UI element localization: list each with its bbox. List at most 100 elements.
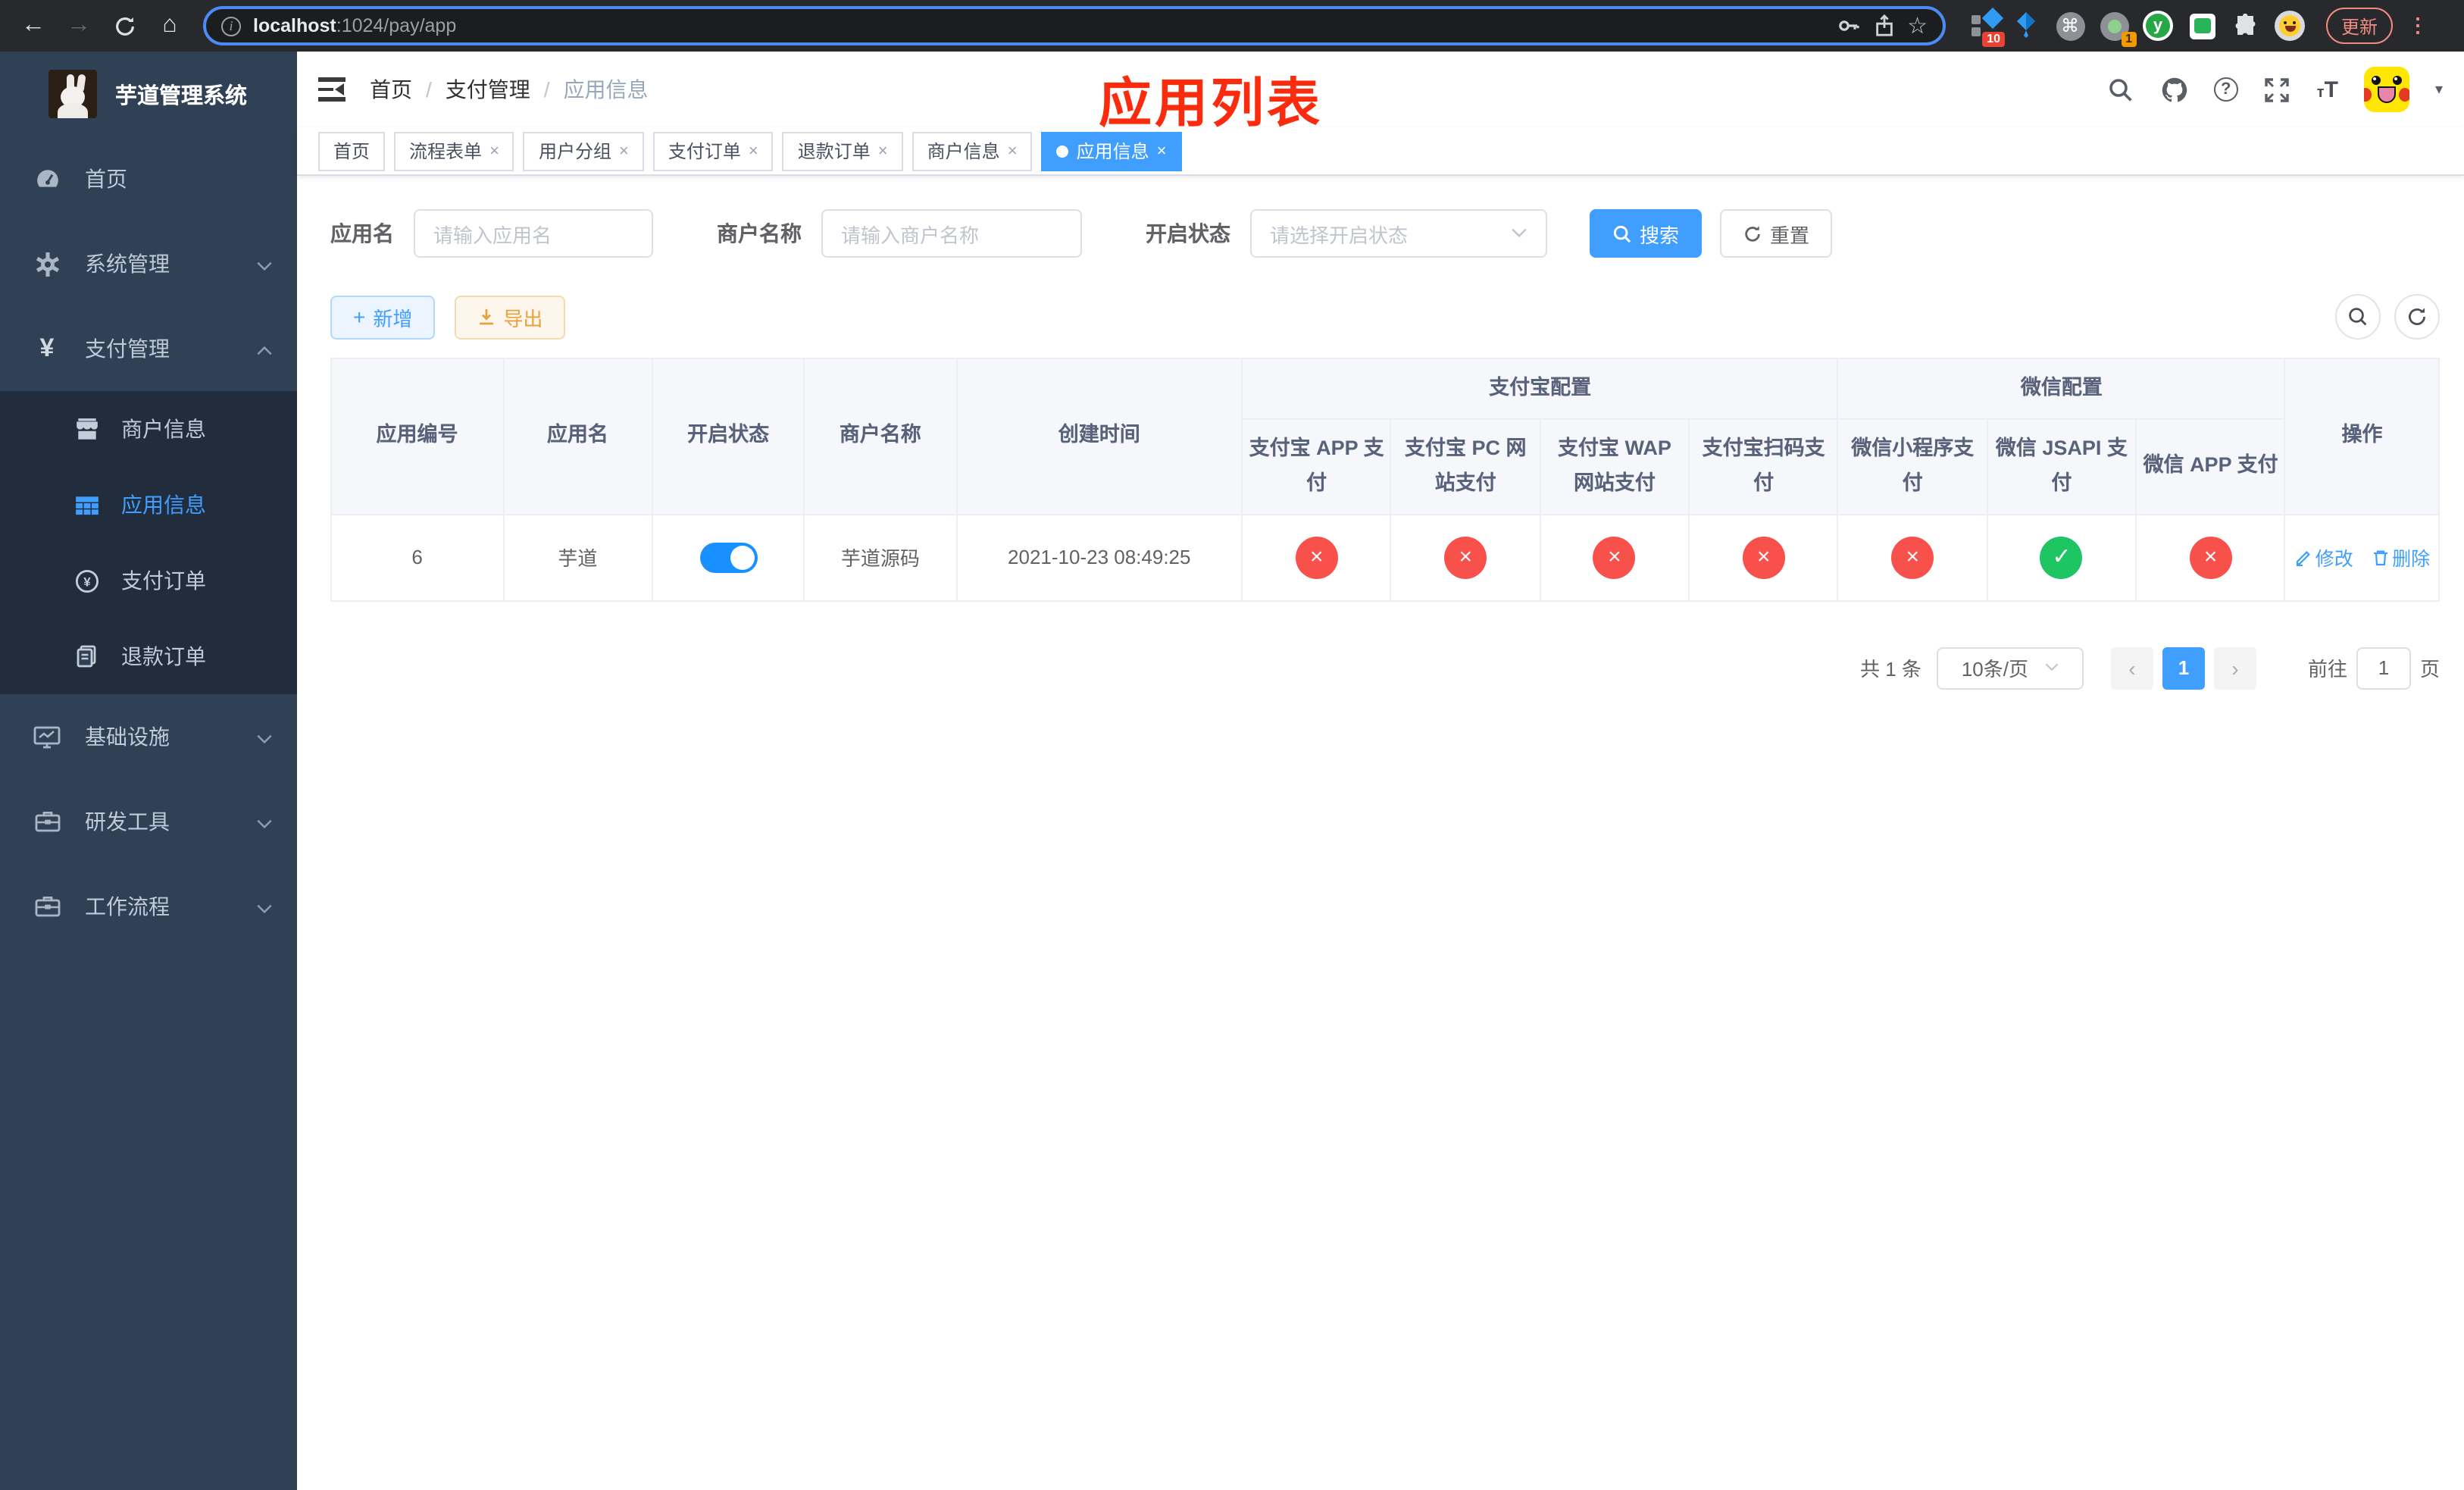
sidebar-item-app-info[interactable]: 应用信息 [0, 467, 297, 543]
status-label: 开启状态 [1146, 221, 1230, 246]
chevron-down-icon [256, 809, 273, 834]
table-row: 6 芋道 芋道源码 2021-10-23 08:49:25 × × × × × [330, 513, 2440, 602]
refresh-table-button[interactable] [2394, 294, 2440, 340]
browser-menu-icon[interactable]: ⋮ [2408, 14, 2428, 38]
back-icon[interactable]: ← [15, 8, 52, 44]
sidebar-item-payment[interactable]: ¥ 支付管理 [0, 306, 297, 391]
home-icon[interactable]: ⌂ [152, 8, 188, 44]
col-wechat-mini: 微信小程序支付 [1837, 418, 1988, 515]
sidebar-item-infra[interactable]: 基础设施 [0, 694, 297, 779]
sidebar-submenu-payment: 商户信息 应用信息 ¥ 支付订单 退款订单 [0, 391, 297, 694]
cell-app-id: 6 [330, 513, 505, 602]
bookmark-star-icon[interactable]: ☆ [1907, 12, 1928, 39]
chat-extension-icon[interactable] [2187, 11, 2217, 41]
edit-link[interactable]: 修改 [2294, 543, 2353, 572]
avatar-caret-icon[interactable]: ▾ [2435, 81, 2443, 98]
font-size-icon[interactable]: тT [2317, 77, 2338, 102]
breadcrumb-home[interactable]: 首页 [370, 74, 412, 105]
chevron-up-icon [256, 337, 273, 361]
status-cross-icon: × [2189, 536, 2232, 579]
status-select[interactable]: 请选择开启状态 [1250, 209, 1547, 258]
extensions-puzzle-icon[interactable] [2231, 11, 2261, 41]
sidebar-item-label: 商户信息 [121, 417, 206, 441]
tab-user-group[interactable]: 用户分组 × [523, 131, 644, 171]
forward-icon: → [67, 12, 91, 38]
close-icon[interactable]: × [878, 142, 888, 160]
fullscreen-icon[interactable] [2264, 76, 2291, 103]
profile-avatar-icon[interactable] [2275, 11, 2305, 41]
delete-link[interactable]: 删除 [2371, 543, 2430, 572]
status-cross-icon: × [1742, 536, 1785, 579]
group-wechat-config: 微信配置 [1837, 358, 2286, 420]
show-search-button[interactable] [2335, 294, 2381, 340]
tab-merchant-info[interactable]: 商户信息 × [911, 131, 1033, 171]
sidebar-item-payment-orders[interactable]: ¥ 支付订单 [0, 543, 297, 618]
sidebar-item-refund-orders[interactable]: 退款订单 [0, 618, 297, 694]
y-extension-icon[interactable]: y [2143, 11, 2173, 41]
page-info-icon[interactable]: i [221, 16, 241, 36]
close-icon[interactable]: × [1157, 142, 1167, 160]
status-check-icon: ✓ [2040, 536, 2083, 579]
command-extension-icon[interactable]: ⌘ [2055, 11, 2085, 41]
close-icon[interactable]: × [749, 142, 758, 160]
page-number-1[interactable]: 1 [2162, 646, 2205, 690]
github-icon[interactable] [2161, 76, 2188, 103]
password-key-icon[interactable] [1836, 14, 1860, 38]
total-count: 共 1 条 [1860, 658, 1921, 681]
tab-process-form[interactable]: 流程表单 × [394, 131, 514, 171]
sidebar-item-system[interactable]: 系统管理 [0, 221, 297, 306]
merchant-name-input[interactable]: 请输入商户名称 [821, 209, 1082, 258]
page-size-select[interactable]: 10条/页 [1936, 646, 2084, 690]
sidebar-fold-icon[interactable] [318, 77, 346, 102]
active-dot [1056, 145, 1069, 157]
chevron-down-icon [256, 252, 273, 276]
tab-payment-orders[interactable]: 支付订单 × [652, 131, 774, 171]
status-extension-icon[interactable]: 1 [2099, 11, 2137, 47]
address-bar[interactable]: i localhost:1024/pay/app ☆ [203, 6, 1946, 45]
prev-page-button[interactable]: ‹ [2110, 646, 2153, 690]
tab-refund-orders[interactable]: 退款订单 × [782, 131, 903, 171]
close-icon[interactable]: × [1008, 142, 1018, 160]
col-wechat-jsapi: 微信 JSAPI 支付 [1986, 418, 2137, 515]
app-name-input[interactable]: 请输入应用名 [414, 209, 653, 258]
breadcrumb-payment[interactable]: 支付管理 [446, 74, 530, 105]
tab-home[interactable]: 首页 [318, 131, 386, 171]
sidebar-item-label: 工作流程 [85, 894, 170, 919]
cell-app-name: 芋道 [502, 513, 653, 602]
breadcrumb-current: 应用信息 [563, 77, 649, 102]
reset-button[interactable]: 重置 [1720, 209, 1833, 258]
cell-created: 2021-10-23 08:49:25 [955, 513, 1243, 602]
cell-status [651, 513, 805, 602]
url-text: localhost:1024/pay/app [253, 15, 457, 36]
user-avatar[interactable] [2363, 67, 2409, 112]
search-icon[interactable] [2108, 76, 2135, 103]
sidebar-item-merchant-info[interactable]: 商户信息 [0, 391, 297, 467]
extension-squares-icon[interactable]: 10 [1967, 7, 2005, 47]
help-icon[interactable]: ? [2213, 77, 2238, 102]
grid-icon [73, 491, 100, 518]
add-button[interactable]: + 新增 [330, 295, 436, 339]
status-toggle[interactable] [699, 542, 758, 573]
table-toolbar: + 新增 导出 [330, 294, 2440, 340]
search-button[interactable]: 搜索 [1590, 209, 1703, 258]
close-icon[interactable]: × [489, 142, 499, 160]
kite-extension-icon[interactable] [2011, 11, 2041, 41]
sidebar-item-home[interactable]: 首页 [0, 136, 297, 221]
page-annotation: 应用列表 [1099, 74, 1324, 133]
chrome-update-button[interactable]: 更新 [2326, 8, 2394, 44]
next-page-button[interactable]: › [2213, 646, 2256, 690]
sidebar-item-label: 支付管理 [85, 337, 170, 361]
chevron-down-icon [256, 725, 273, 749]
group-alipay-config: 支付宝配置 [1241, 358, 1839, 420]
goto-page-input[interactable] [2356, 646, 2411, 690]
sidebar-item-workflow[interactable]: 工作流程 [0, 864, 297, 949]
search-form: 应用名 请输入应用名 商户名称 请输入商户名称 开启状态 请选择开启状态 搜索 [330, 209, 2440, 258]
close-icon[interactable]: × [619, 142, 629, 160]
refresh-icon[interactable] [106, 8, 142, 44]
share-icon[interactable] [1872, 14, 1895, 38]
col-app-name: 应用名 [502, 358, 653, 515]
export-button[interactable]: 导出 [455, 295, 566, 339]
app-logo[interactable]: 芋道管理系统 [0, 52, 297, 136]
col-alipay-qr: 支付宝扫码支付 [1688, 418, 1839, 515]
sidebar-item-devtools[interactable]: 研发工具 [0, 779, 297, 864]
